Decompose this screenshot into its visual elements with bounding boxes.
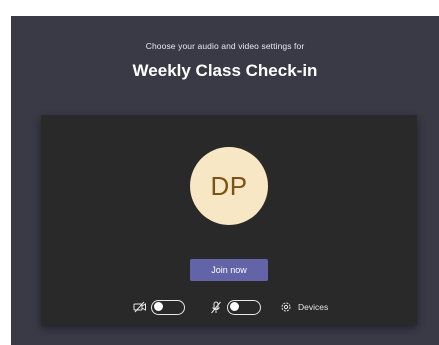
avatar: DP [190,147,268,225]
gear-icon [279,300,293,314]
prejoin-subtitle: Choose your audio and video settings for [145,41,305,51]
meeting-title: Weekly Class Check-in [132,61,318,80]
device-controls: Devices [133,298,328,316]
mic-toggle[interactable] [227,299,261,315]
mic-toggle-knob [230,302,239,311]
devices-label: Devices [298,302,329,312]
camera-toggle-knob [154,302,163,311]
avatar-initials: DP [210,170,248,201]
camera-toggle[interactable] [151,299,185,315]
camera-off-icon [133,300,147,314]
join-now-button[interactable]: Join now [190,259,268,281]
devices-button[interactable]: Devices [279,300,328,314]
video-preview: DP Join now Devices [41,115,417,325]
prejoin-screen: Choose your audio and video settings for… [11,16,439,345]
mic-off-icon [209,300,223,314]
